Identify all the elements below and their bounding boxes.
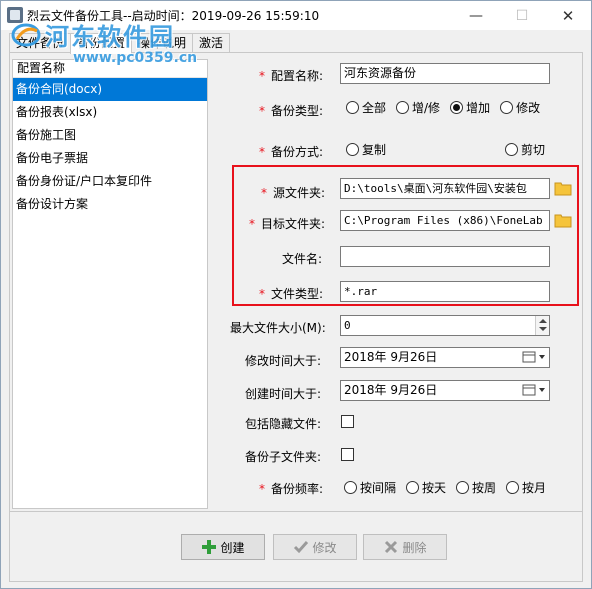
backup-subfolders-checkbox[interactable] (341, 448, 354, 461)
created-after-date[interactable]: 2018年 9月26日 (340, 380, 550, 401)
window-title: 烈云文件备份工具--启动时间：2019-09-26 15:59:10 (27, 9, 320, 23)
modified-after-label: 修改时间大于: (245, 354, 322, 368)
spin-up-icon[interactable] (539, 319, 547, 323)
list-item[interactable]: 备份报表(xlsx) (13, 101, 207, 124)
frequency-label: * 备份频率: (259, 482, 324, 496)
required-mark: * (259, 69, 265, 83)
created-date-dropdown[interactable] (522, 383, 548, 397)
required-mark: * (259, 482, 265, 496)
radio-cut[interactable]: 剪切 (505, 141, 555, 158)
frequency-radios: 按间隔 按天 按周 按月 (344, 479, 556, 496)
title-bar[interactable]: 烈云文件备份工具--启动时间：2019-09-26 15:59:10 — ☐ ✕ (1, 1, 591, 30)
list-item[interactable]: 备份合同(docx) (13, 78, 207, 101)
file-name-input[interactable] (340, 246, 550, 267)
radio-modify[interactable]: 修改 (500, 99, 540, 116)
required-mark: * (259, 145, 265, 159)
radio-circle[interactable] (506, 481, 520, 494)
check-icon (294, 541, 309, 554)
max-size-label: 最大文件大小(M): (230, 321, 326, 335)
plus-icon (202, 540, 217, 554)
radio-circle[interactable] (344, 481, 357, 494)
folder-browse-icon[interactable] (554, 212, 572, 228)
modified-date-dropdown[interactable] (522, 350, 548, 364)
folder-browse-icon[interactable] (554, 180, 572, 196)
modify-button[interactable]: 修改 (273, 534, 357, 560)
radio-circle[interactable] (346, 143, 359, 156)
list-item[interactable]: 备份设计方案 (13, 193, 207, 216)
tab-bar: 文件备份 备份配置 操作说明 激活 (9, 33, 231, 54)
backup-type-radios: 全部 增/修 增加 修改 (346, 99, 550, 116)
radio-circle[interactable] (346, 101, 359, 114)
max-size-input[interactable]: 0 (340, 315, 550, 336)
app-icon (7, 7, 23, 23)
tab-activate[interactable]: 激活 (192, 33, 231, 53)
delete-x-icon (385, 540, 398, 554)
required-mark: * (261, 186, 267, 200)
required-mark: * (249, 217, 255, 231)
close-button[interactable]: ✕ (545, 1, 591, 30)
radio-circle[interactable] (396, 101, 410, 114)
list-item[interactable]: 备份施工图 (13, 124, 207, 147)
required-mark: * (259, 287, 265, 301)
radio-circle[interactable] (406, 481, 420, 494)
created-after-label: 创建时间大于: (245, 387, 322, 401)
divider (10, 511, 582, 512)
radio-weekly[interactable]: 按周 (456, 479, 496, 496)
radio-circle[interactable] (505, 143, 518, 156)
delete-button[interactable]: 删除 (363, 534, 447, 560)
maximize-button[interactable]: ☐ (499, 1, 545, 30)
source-folder-label: * 源文件夹: (261, 186, 326, 200)
radio-interval[interactable]: 按间隔 (344, 479, 396, 496)
radio-add[interactable]: 增加 (450, 99, 490, 116)
radio-circle[interactable] (500, 101, 514, 114)
list-item[interactable]: 备份身份证/户口本复印件 (13, 170, 207, 193)
include-hidden-label: 包括隐藏文件: (245, 417, 322, 431)
radio-circle[interactable] (450, 101, 464, 114)
list-header[interactable]: 配置名称 (13, 60, 207, 78)
target-folder-input[interactable]: C:\Program Files (x86)\FoneLab (340, 210, 550, 231)
radio-all[interactable]: 全部 (346, 99, 386, 116)
target-folder-label: * 目标文件夹: (249, 217, 326, 231)
list-item[interactable]: 备份电子票据 (13, 147, 207, 170)
config-list[interactable]: 配置名称 备份合同(docx) 备份报表(xlsx) 备份施工图 备份电子票据 … (12, 59, 208, 509)
source-folder-input[interactable]: D:\tools\桌面\河东软件园\安装包 (340, 178, 550, 199)
file-name-label: 文件名: (282, 252, 323, 266)
create-button[interactable]: 创建 (181, 534, 265, 560)
tab-backup-config[interactable]: 备份配置 (70, 33, 133, 54)
radio-daily[interactable]: 按天 (406, 479, 446, 496)
tab-instructions[interactable]: 操作说明 (131, 33, 194, 53)
file-type-label: * 文件类型: (259, 287, 324, 301)
config-name-label: * 配置名称: (259, 69, 324, 83)
max-size-spinner[interactable] (535, 316, 549, 335)
radio-circle[interactable] (456, 481, 470, 494)
calendar-dropdown-icon[interactable] (522, 383, 548, 397)
file-type-input[interactable]: *.rar (340, 281, 550, 302)
include-hidden-checkbox[interactable] (341, 415, 354, 428)
backup-type-label: * 备份类型: (259, 104, 324, 118)
modified-after-date[interactable]: 2018年 9月26日 (340, 347, 550, 368)
backup-subfolders-label: 备份子文件夹: (245, 450, 322, 464)
radio-copy[interactable]: 复制 (346, 141, 396, 158)
tab-file-backup[interactable]: 文件备份 (9, 33, 72, 53)
config-name-input[interactable]: 河东资源备份 (340, 63, 550, 84)
app-window: 烈云文件备份工具--启动时间：2019-09-26 15:59:10 — ☐ ✕… (0, 0, 592, 589)
radio-add-modify[interactable]: 增/修 (396, 99, 440, 116)
required-mark: * (259, 104, 265, 118)
minimize-button[interactable]: — (453, 1, 499, 30)
calendar-dropdown-icon[interactable] (522, 350, 548, 364)
backup-method-label: * 备份方式: (259, 145, 324, 159)
spin-down-icon[interactable] (539, 327, 547, 331)
radio-monthly[interactable]: 按月 (506, 479, 546, 496)
